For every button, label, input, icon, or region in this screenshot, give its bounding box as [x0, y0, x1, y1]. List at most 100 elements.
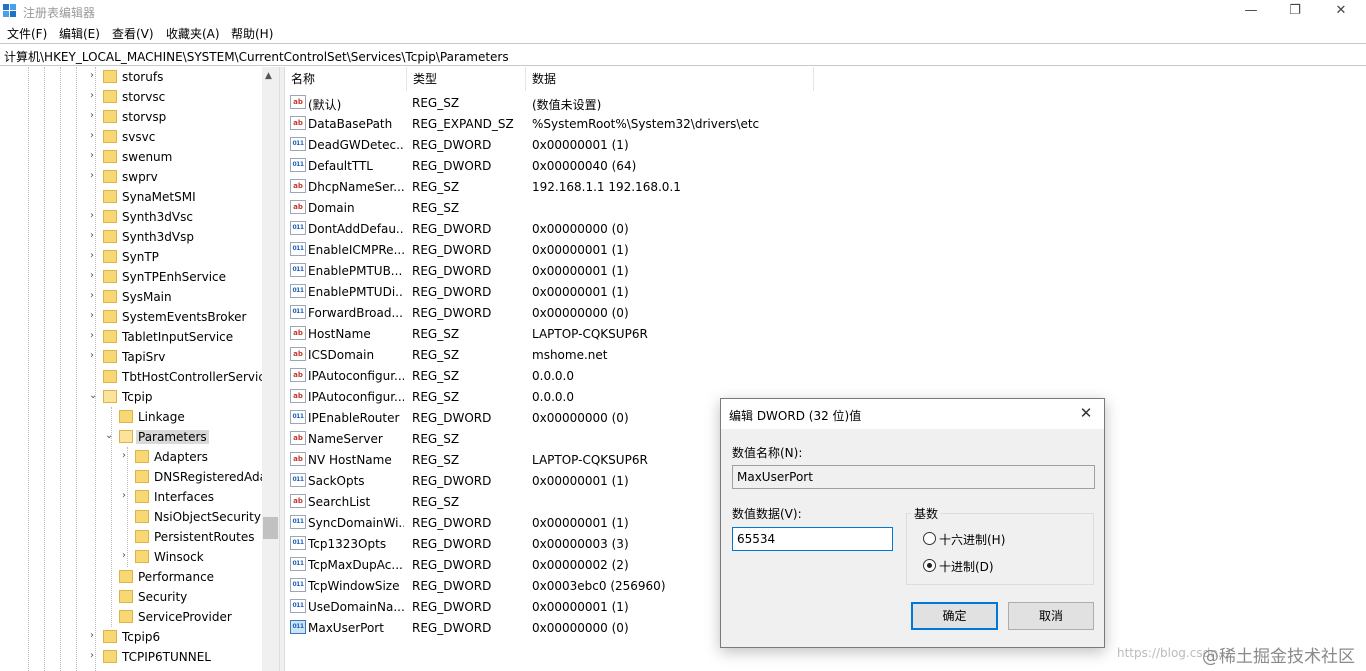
chevron-right-icon[interactable]: › [90, 290, 100, 301]
dialog-title: 编辑 DWORD (32 位)值 [729, 409, 862, 423]
menu-view[interactable]: 查看(V) [112, 25, 154, 42]
value-row[interactable]: 011 ForwardBroad... REG_DWORD 0x00000000 (0… [285, 302, 1366, 323]
maximize-button[interactable]: ❐ [1272, 0, 1318, 22]
value-row[interactable]: 011 DefaultTTL REG_DWORD 0x00000040 (64) [285, 155, 1366, 176]
minimize-button[interactable]: — [1228, 0, 1274, 22]
chevron-right-icon[interactable]: › [122, 550, 132, 561]
value-data: 0x00000001 (1) [532, 285, 629, 299]
folder-icon [103, 630, 117, 643]
value-name: IPAutoconfigur... [308, 390, 404, 404]
chevron-right-icon[interactable]: › [90, 90, 100, 101]
value-name: SackOpts [308, 474, 365, 488]
value-row[interactable]: 011 EnableICMPRe... REG_DWORD 0x00000001 (1… [285, 239, 1366, 260]
value-type: REG_SZ [412, 348, 460, 362]
value-name-field[interactable]: MaxUserPort [732, 465, 1095, 489]
chevron-right-icon[interactable]: › [90, 70, 100, 81]
value-data: (数值未设置) [532, 98, 602, 112]
value-data: LAPTOP-CQKSUP6R [532, 453, 648, 467]
ok-button[interactable]: 确定 [911, 602, 998, 630]
value-row[interactable]: 011 DeadGWDetec... REG_DWORD 0x00000001 (1) [285, 134, 1366, 155]
dword-value-icon: 011 [290, 242, 306, 256]
chevron-right-icon[interactable]: › [90, 270, 100, 281]
value-row[interactable]: ab (默认) REG_SZ (数值未设置) [285, 92, 1366, 113]
value-data-input[interactable]: 65534 [732, 527, 893, 551]
radio-decimal-label[interactable]: 十进制(D) [939, 558, 994, 575]
chevron-right-icon[interactable]: › [90, 210, 100, 221]
dialog-close-icon[interactable]: ✕ [1076, 404, 1096, 422]
value-row[interactable]: ab DhcpNameSer... REG_SZ 192.168.1.1 192.16… [285, 176, 1366, 197]
cancel-button[interactable]: 取消 [1008, 602, 1094, 630]
string-value-icon: ab [290, 326, 306, 340]
folder-icon [103, 370, 117, 383]
base-group-title: 基数 [911, 505, 942, 522]
value-row[interactable]: ab DataBasePath REG_EXPAND_SZ %SystemRoot%\… [285, 113, 1366, 134]
column-header-data[interactable]: 数据 [526, 67, 814, 91]
address-path[interactable]: 计算机\HKEY_LOCAL_MACHINE\SYSTEM\CurrentCon… [4, 48, 509, 65]
value-type: REG_DWORD [412, 579, 492, 593]
value-type: REG_SZ [412, 201, 460, 215]
value-data: 0x00000003 (3) [532, 537, 629, 551]
menu-help[interactable]: 帮助(H) [231, 25, 273, 42]
folder-icon [119, 410, 133, 423]
value-type: REG_DWORD [412, 600, 492, 614]
value-row[interactable]: ab IPAutoconfigur... REG_SZ 0.0.0.0 [285, 365, 1366, 386]
dword-value-icon: 011 [290, 410, 306, 424]
value-type: REG_SZ [412, 327, 460, 341]
column-header-type[interactable]: 类型 [407, 67, 526, 91]
folder-icon [103, 70, 117, 83]
string-value-icon: ab [290, 95, 306, 109]
value-row[interactable]: ab ICSDomain REG_SZ mshome.net [285, 344, 1366, 365]
value-data: 0x00000001 (1) [532, 138, 629, 152]
chevron-right-icon[interactable]: › [122, 450, 132, 461]
folder-icon [103, 130, 117, 143]
folder-open-icon [119, 430, 133, 443]
chevron-right-icon[interactable]: › [122, 490, 132, 501]
dword-value-icon: 011 [290, 263, 306, 277]
chevron-right-icon[interactable]: › [90, 250, 100, 261]
scroll-up-icon[interactable]: ▲ [265, 71, 272, 81]
column-header-name[interactable]: 名称 [285, 67, 407, 91]
chevron-right-icon[interactable]: › [90, 330, 100, 341]
radio-decimal[interactable] [923, 559, 936, 572]
menu-favorites[interactable]: 收藏夹(A) [166, 25, 220, 42]
chevron-right-icon[interactable]: › [90, 310, 100, 321]
edit-dword-dialog: 编辑 DWORD (32 位)值 ✕ 数值名称(N): MaxUserPort … [720, 398, 1105, 648]
chevron-down-icon[interactable]: ⌄ [89, 390, 99, 401]
tree-scrollbar[interactable]: ▲ [262, 67, 279, 671]
value-row[interactable]: ab HostName REG_SZ LAPTOP-CQKSUP6R [285, 323, 1366, 344]
value-row[interactable]: ab Domain REG_SZ [285, 197, 1366, 218]
folder-icon [103, 290, 117, 303]
chevron-right-icon[interactable]: › [90, 170, 100, 181]
dword-value-icon: 011 [290, 221, 306, 235]
radio-hex-label[interactable]: 十六进制(H) [939, 531, 1005, 548]
folder-icon [119, 570, 133, 583]
folder-icon [103, 150, 117, 163]
radio-hex[interactable] [923, 532, 936, 545]
value-data: 0x00000001 (1) [532, 600, 629, 614]
menu-file[interactable]: 文件(F) [7, 25, 47, 42]
string-value-icon: ab [290, 494, 306, 508]
value-row[interactable]: 011 EnablePMTUDi... REG_DWORD 0x00000001 (1… [285, 281, 1366, 302]
chevron-right-icon[interactable]: › [90, 130, 100, 141]
value-row[interactable]: 011 DontAddDefau... REG_DWORD 0x00000000 (0… [285, 218, 1366, 239]
value-data: 0x00000040 (64) [532, 159, 637, 173]
folder-icon [135, 530, 149, 543]
dialog-title-bar: 编辑 DWORD (32 位)值 ✕ [721, 399, 1104, 429]
chevron-right-icon[interactable]: › [90, 230, 100, 241]
address-bar[interactable]: 计算机\HKEY_LOCAL_MACHINE\SYSTEM\CurrentCon… [0, 43, 1366, 66]
chevron-right-icon[interactable]: › [90, 110, 100, 121]
chevron-right-icon[interactable]: › [90, 350, 100, 361]
close-window-button[interactable]: ✕ [1318, 0, 1364, 22]
chevron-right-icon[interactable]: › [90, 630, 100, 641]
chevron-down-icon[interactable]: ⌄ [105, 430, 115, 441]
string-value-icon: ab [290, 452, 306, 466]
regedit-app-icon [3, 4, 17, 18]
scrollbar-thumb[interactable] [263, 517, 278, 539]
menu-edit[interactable]: 编辑(E) [59, 25, 100, 42]
value-type: REG_SZ [412, 180, 460, 194]
chevron-right-icon[interactable]: › [90, 150, 100, 161]
value-row[interactable]: 011 EnablePMTUB... REG_DWORD 0x00000001 (1) [285, 260, 1366, 281]
chevron-right-icon[interactable]: › [90, 650, 100, 661]
dword-value-icon: 011 [290, 305, 306, 319]
value-name: NameServer [308, 432, 383, 446]
